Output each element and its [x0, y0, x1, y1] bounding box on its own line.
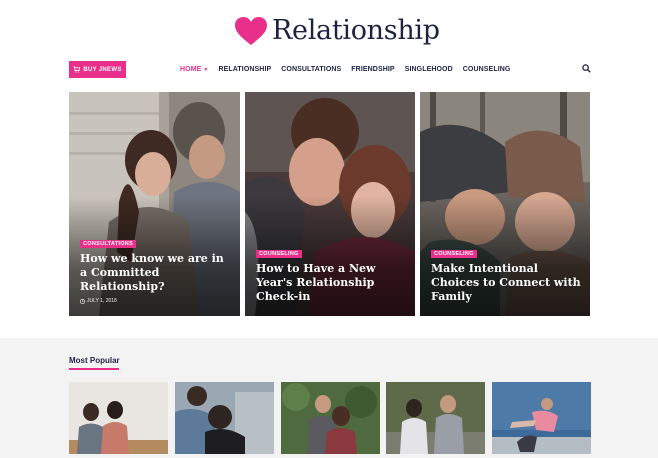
chevron-down-icon: ▼: [203, 66, 209, 73]
popular-image-1: [69, 382, 168, 454]
clock-icon: [80, 298, 85, 304]
category-badge[interactable]: COUNSELING: [431, 250, 477, 258]
post-date-text: JULY 1, 2018: [87, 298, 117, 304]
featured-post-1[interactable]: CONSULTATIONS How we know we are in a Co…: [69, 92, 240, 316]
popular-thumb-4[interactable]: [386, 382, 485, 454]
post-title[interactable]: How we know we are in a Committed Relati…: [80, 252, 232, 294]
nav-item-friendship[interactable]: FRIENDSHIP: [351, 66, 394, 73]
cart-icon: [73, 66, 81, 73]
featured-content-3: COUNSELING Make Intentional Choices to C…: [431, 242, 582, 304]
nav-item-relationship[interactable]: RELATIONSHIP: [218, 66, 271, 73]
post-title[interactable]: Make Intentional Choices to Connect with…: [431, 262, 582, 304]
popular-image-3: [281, 382, 380, 454]
featured-content-2: COUNSELING How to Have a New Year's Rela…: [256, 242, 407, 304]
site-name: Relationship: [272, 15, 440, 46]
heading-underline: [69, 368, 119, 370]
popular-thumb-3[interactable]: [281, 382, 380, 454]
popular-image-5: [492, 382, 591, 454]
site-header: Relationship: [0, 0, 658, 60]
buy-jnews-label: BUY JNEWS: [83, 66, 122, 73]
section-heading: Most Popular: [69, 356, 120, 365]
nav-item-counseling[interactable]: COUNSELING: [463, 66, 511, 73]
main-navbar: BUY JNEWS HOME ▼ RELATIONSHIP CONSULTATIO…: [0, 58, 658, 82]
search-icon[interactable]: [582, 64, 591, 73]
nav-item-singlehood[interactable]: SINGLEHOOD: [405, 66, 453, 73]
popular-thumb-2[interactable]: [175, 382, 274, 454]
category-badge[interactable]: COUNSELING: [256, 250, 302, 258]
popular-thumb-5[interactable]: [492, 382, 591, 454]
featured-content-1: CONSULTATIONS How we know we are in a Co…: [80, 232, 232, 304]
popular-image-2: [175, 382, 274, 454]
nav-menu: HOME ▼ RELATIONSHIP CONSULTATIONS FRIENDS…: [180, 58, 520, 80]
popular-image-4: [386, 382, 485, 454]
category-badge[interactable]: CONSULTATIONS: [80, 240, 137, 248]
featured-post-2[interactable]: COUNSELING How to Have a New Year's Rela…: [245, 92, 415, 316]
site-logo[interactable]: Relationship: [234, 14, 440, 48]
nav-item-home[interactable]: HOME ▼: [180, 66, 208, 73]
post-title[interactable]: How to Have a New Year's Relationship Ch…: [256, 262, 407, 304]
heart-icon: [235, 17, 267, 45]
featured-post-3[interactable]: COUNSELING Make Intentional Choices to C…: [420, 92, 590, 316]
most-popular-section: Most Popular: [0, 338, 658, 458]
nav-item-consultations[interactable]: CONSULTATIONS: [281, 66, 341, 73]
buy-jnews-button[interactable]: BUY JNEWS: [69, 61, 126, 78]
nav-item-home-label: HOME: [180, 65, 202, 73]
post-date: JULY 1, 2018: [80, 298, 232, 304]
popular-thumb-1[interactable]: [69, 382, 168, 454]
